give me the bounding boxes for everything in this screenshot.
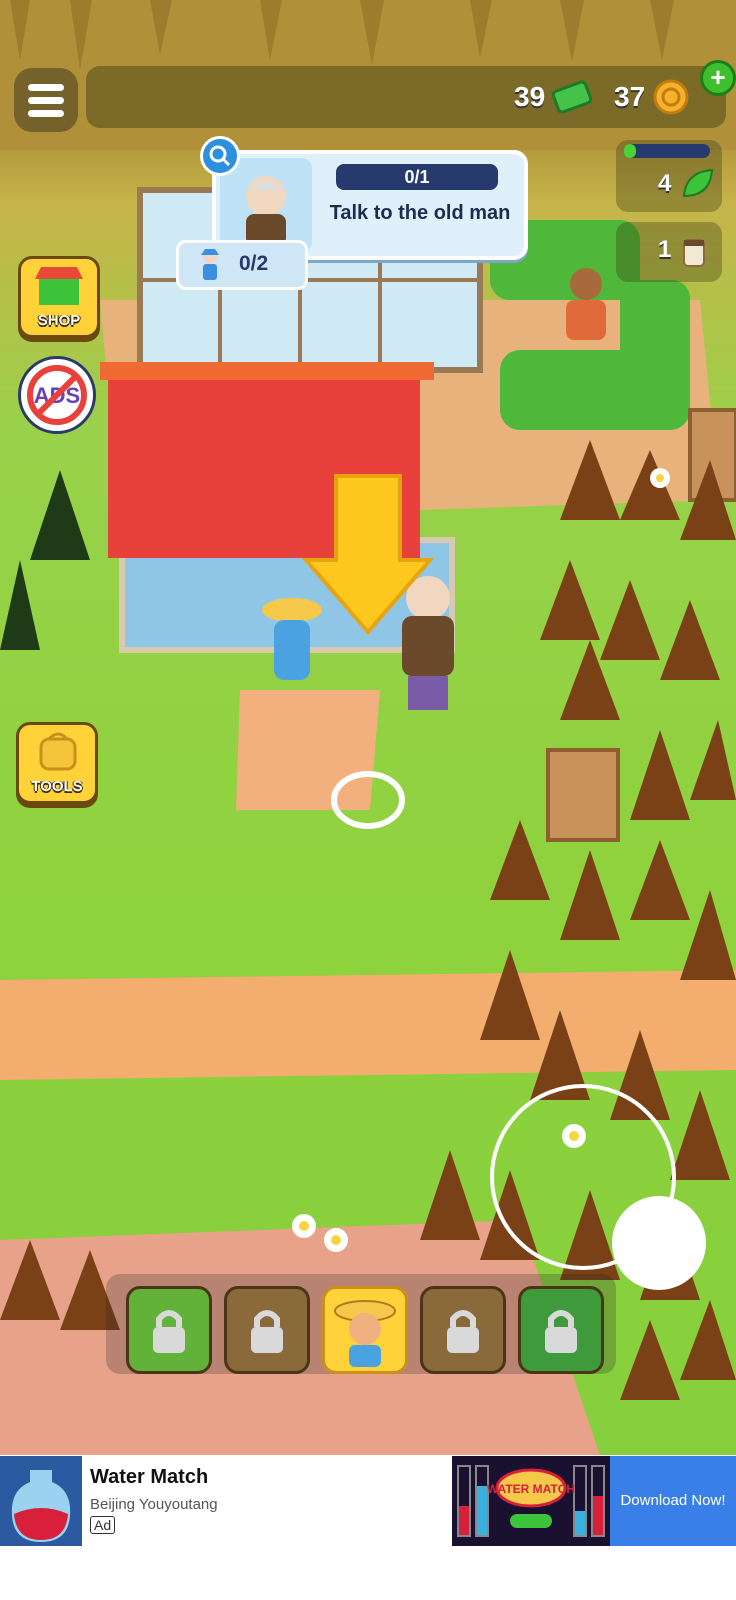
- add-currency-button[interactable]: +: [700, 60, 736, 96]
- ad-tag: Ad: [90, 1516, 116, 1534]
- ad-title: Water Match: [90, 1466, 209, 1488]
- cash-count: 39: [514, 81, 546, 112]
- game-scene[interactable]: 39 37 + 0/1 Talk to the old man 0/2 4 1 …: [0, 0, 736, 1455]
- scarecrow-progress: 0/2: [239, 252, 269, 275]
- menu-button[interactable]: [14, 68, 78, 132]
- character-slot-tools[interactable]: [126, 1286, 212, 1374]
- shop-label: SHOP: [37, 312, 81, 329]
- ad-banner[interactable]: Water Match Beijing Youyoutang Ad WATER …: [0, 1456, 736, 1548]
- ad-download-button[interactable]: Download Now!: [610, 1456, 736, 1546]
- lock-icon: [545, 1310, 577, 1353]
- character-slot-gardener[interactable]: [518, 1286, 604, 1374]
- character-selector: [106, 1274, 616, 1374]
- coin-icon: [653, 79, 689, 115]
- lock-icon: [251, 1310, 283, 1353]
- coin-count: 37: [614, 81, 646, 112]
- character-slot-cart[interactable]: [224, 1286, 310, 1374]
- cup-panel: 1: [616, 222, 722, 282]
- energy-bar: [624, 144, 710, 158]
- remove-ads-button[interactable]: ADS: [18, 356, 96, 434]
- scarecrow-icon: [201, 249, 219, 280]
- energy-count: 4: [658, 170, 672, 197]
- hedge-3: [620, 280, 690, 390]
- character-slot-farmer[interactable]: [322, 1286, 408, 1374]
- shop-icon: [35, 267, 83, 305]
- energy-fill: [624, 144, 636, 158]
- resource-bar: 39 37: [86, 66, 726, 128]
- house-path: [236, 690, 380, 810]
- energy-panel: 4: [616, 140, 722, 212]
- leaf-icon: [682, 168, 714, 198]
- tools-button[interactable]: TOOLS: [16, 722, 98, 804]
- backpack-icon: [39, 732, 77, 771]
- cash-icon: [552, 80, 592, 114]
- tools-label: TOOLS: [31, 778, 83, 795]
- awning-trim: [100, 362, 434, 380]
- lock-icon: [153, 1310, 185, 1353]
- dark-pines-left: [0, 470, 90, 650]
- menu-icon: [28, 84, 64, 91]
- old-man-npc: [402, 576, 454, 710]
- scarecrow-quest-chip[interactable]: 0/2: [176, 240, 308, 290]
- villager-npc: [566, 268, 606, 340]
- no-ads-icon: [27, 365, 87, 425]
- wooden-crate-1: [546, 748, 620, 842]
- quest-text: Talk to the old man: [329, 202, 511, 224]
- search-icon[interactable]: [200, 136, 240, 176]
- ad-brand-logo: WATER MATCH: [487, 1482, 575, 1496]
- farmer-avatar-icon: [334, 1300, 396, 1367]
- joystick-knob[interactable]: [612, 1196, 706, 1290]
- ad-screenshot[interactable]: WATER MATCH: [452, 1456, 610, 1546]
- quest-progress: 0/1: [336, 164, 498, 190]
- shop-button[interactable]: SHOP: [18, 256, 100, 338]
- ad-subtitle: Beijing Youyoutang: [90, 1496, 218, 1513]
- ad-app-icon[interactable]: [0, 1456, 82, 1546]
- cup-count: 1: [658, 236, 672, 263]
- dirt-road: [0, 970, 736, 1080]
- lock-icon: [447, 1310, 479, 1353]
- character-slot-couple[interactable]: [420, 1286, 506, 1374]
- coffee-cup-icon: [683, 239, 705, 267]
